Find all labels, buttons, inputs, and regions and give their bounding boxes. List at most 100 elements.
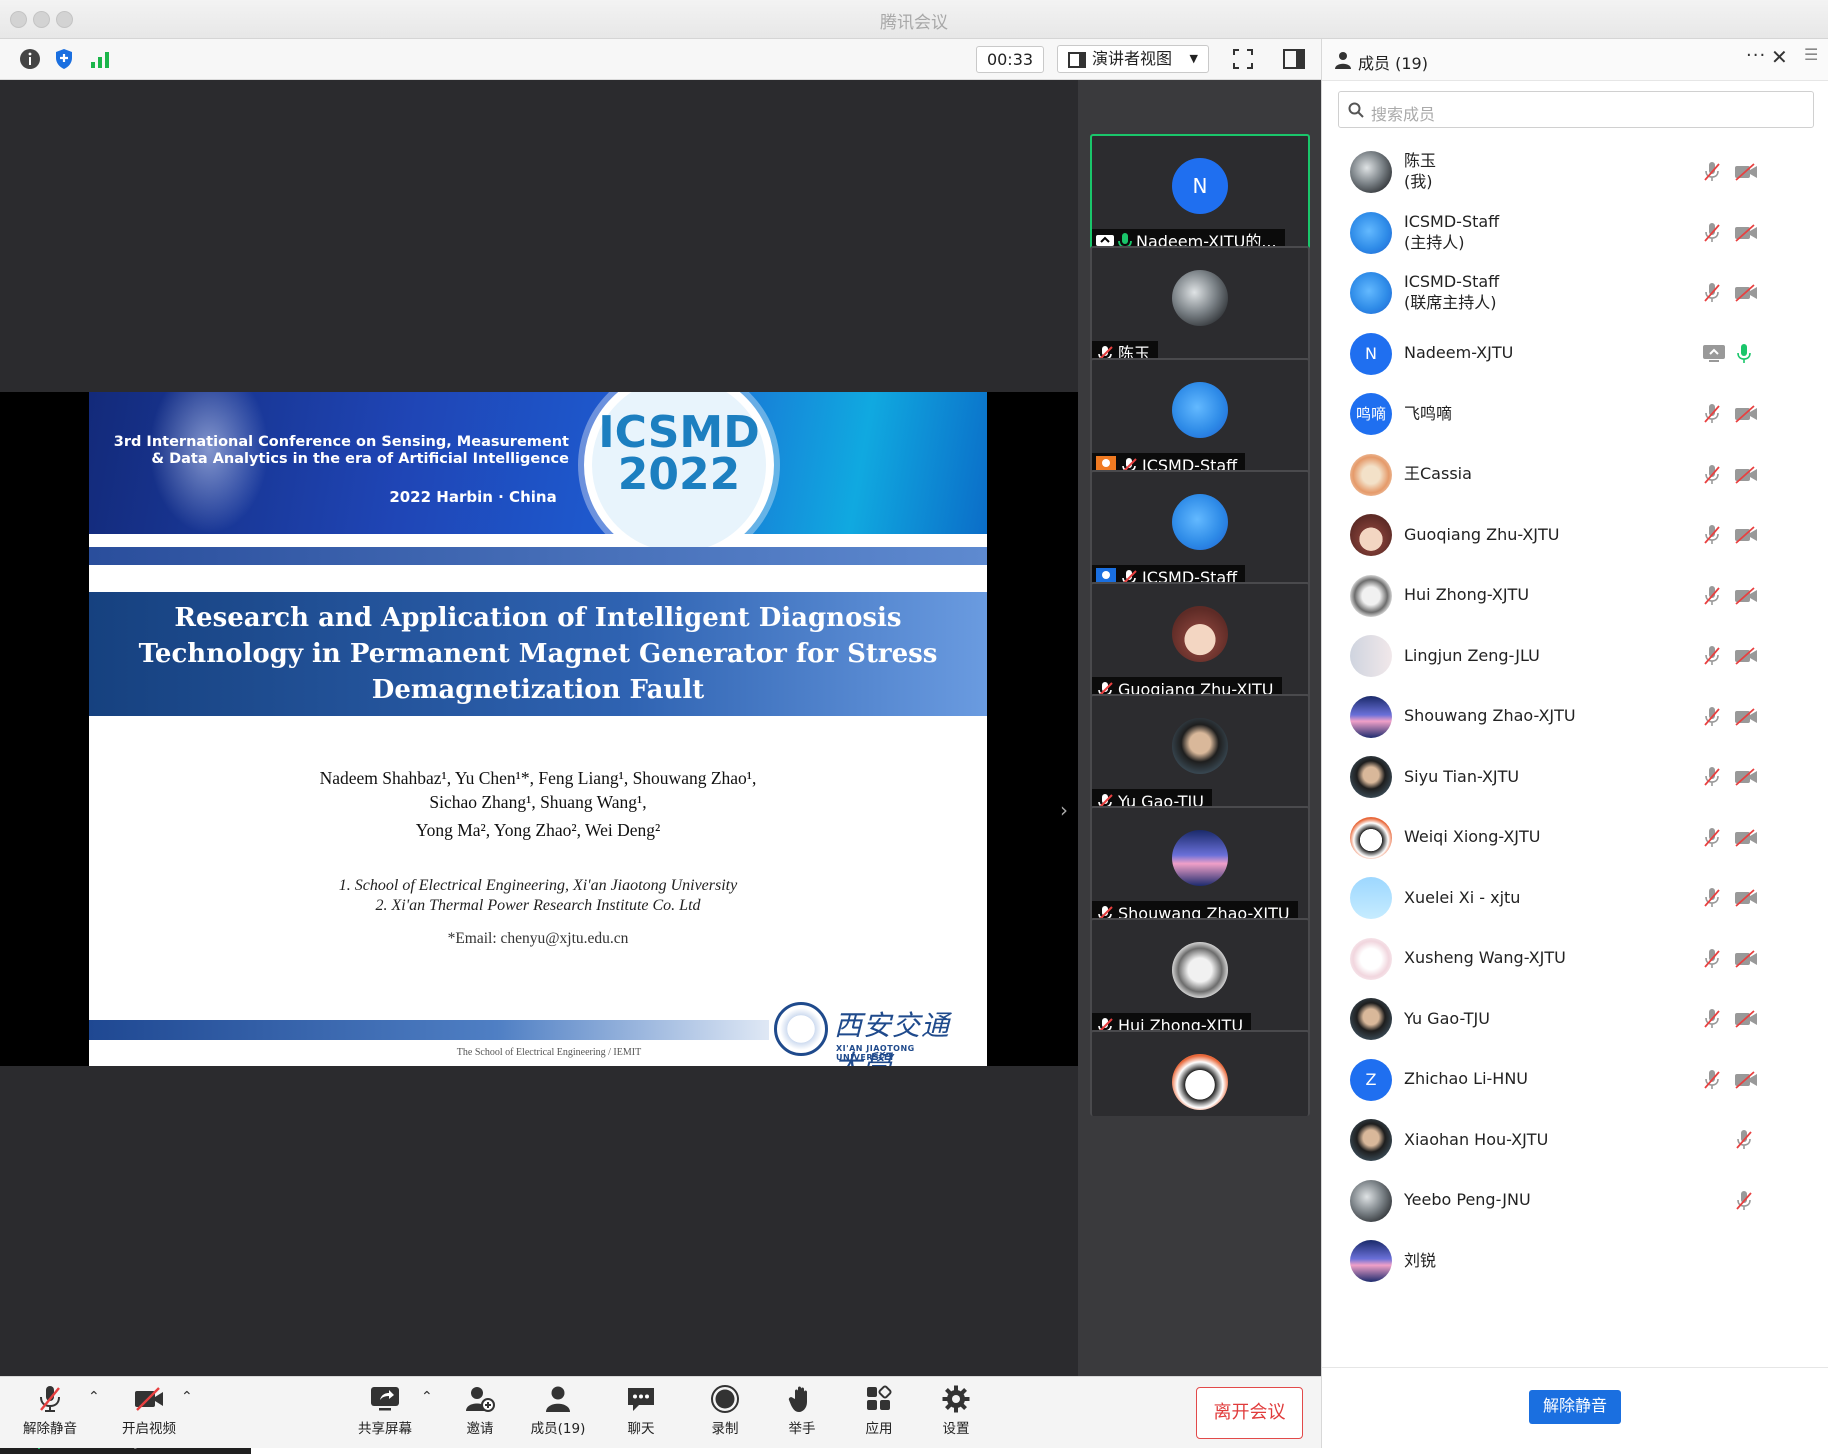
member-row[interactable]: ICSMD-Staff (联席主持人) bbox=[1322, 262, 1828, 323]
camera-off-icon[interactable] bbox=[1734, 888, 1758, 908]
mic-muted-icon[interactable] bbox=[1702, 1069, 1722, 1091]
member-row[interactable]: N Nadeem-XJTU bbox=[1322, 323, 1828, 384]
mic-muted-icon[interactable] bbox=[1702, 222, 1722, 244]
affiliation-2: 2. Xi'an Thermal Power Research Institut… bbox=[375, 897, 701, 914]
mic-muted-icon[interactable] bbox=[1702, 1008, 1722, 1030]
camera-off-icon[interactable] bbox=[1734, 223, 1758, 243]
mic-muted-icon[interactable] bbox=[1702, 887, 1722, 909]
info-icon[interactable] bbox=[18, 47, 42, 71]
unmute-button[interactable]: 解除静音 bbox=[15, 1385, 85, 1437]
member-row[interactable]: 王Cassia bbox=[1322, 444, 1828, 505]
member-name-block: Hui Zhong-XJTU bbox=[1404, 565, 1529, 625]
leave-meeting-button[interactable]: 离开会议 bbox=[1196, 1387, 1303, 1439]
conference-location: 2022 Harbin · China bbox=[389, 488, 557, 506]
mic-muted-icon[interactable] bbox=[1702, 585, 1722, 607]
slide-title: Research and Application of Intelligent … bbox=[138, 603, 938, 705]
member-row[interactable]: Xusheng Wang-XJTU bbox=[1322, 928, 1828, 989]
member-row[interactable]: 陈玉 (我) bbox=[1322, 141, 1828, 202]
member-row[interactable]: Lingjun Zeng-JLU bbox=[1322, 625, 1828, 686]
start-video-button[interactable]: 开启视频 bbox=[114, 1385, 184, 1437]
member-name: Xiaohan Hou-XJTU bbox=[1404, 1129, 1549, 1149]
camera-off-icon[interactable] bbox=[1734, 767, 1758, 787]
member-row[interactable]: 鸣嘀 飞鸣嘀 bbox=[1322, 383, 1828, 444]
search-placeholder: 搜索成员 bbox=[1371, 105, 1436, 124]
mic-muted-icon[interactable] bbox=[1734, 1129, 1754, 1151]
network-signal-icon[interactable] bbox=[88, 47, 112, 71]
mic-muted-icon[interactable] bbox=[1702, 766, 1722, 788]
mic-muted-icon[interactable] bbox=[1702, 464, 1722, 486]
member-row[interactable]: Weiqi Xiong-XJTU bbox=[1322, 807, 1828, 868]
member-name: Shouwang Zhao-XJTU bbox=[1404, 706, 1576, 725]
chevron-up-icon[interactable]: ⌃ bbox=[181, 1389, 193, 1405]
chat-button[interactable]: 聊天 bbox=[606, 1385, 676, 1437]
member-row[interactable]: Hui Zhong-XJTU bbox=[1322, 565, 1828, 626]
member-row[interactable]: Guoqiang Zhu-XJTU bbox=[1322, 504, 1828, 565]
close-icon[interactable]: ✕ bbox=[1771, 45, 1788, 69]
menu-icon[interactable]: ☰ bbox=[1804, 45, 1818, 64]
member-row[interactable]: Shouwang Zhao-XJTU bbox=[1322, 686, 1828, 747]
avatar bbox=[1172, 606, 1228, 662]
camera-off-icon[interactable] bbox=[1734, 465, 1758, 485]
member-row[interactable]: 刘锐 bbox=[1322, 1230, 1828, 1291]
mic-muted-icon[interactable] bbox=[1702, 948, 1722, 970]
mic-muted-icon[interactable] bbox=[1702, 645, 1722, 667]
view-mode-dropdown[interactable]: 演讲者视图 ▼ bbox=[1057, 45, 1209, 73]
member-row[interactable]: ICSMD-Staff (主持人) bbox=[1322, 202, 1828, 263]
mic-muted-icon[interactable] bbox=[1702, 524, 1722, 546]
mic-muted-icon[interactable] bbox=[1702, 282, 1722, 304]
record-button[interactable]: 录制 bbox=[690, 1385, 760, 1437]
video-tile[interactable] bbox=[1090, 1030, 1310, 1116]
mic-muted-icon[interactable] bbox=[1702, 827, 1722, 849]
member-row[interactable]: Siyu Tian-XJTU bbox=[1322, 746, 1828, 807]
members-button[interactable]: 成员(19) bbox=[523, 1385, 593, 1437]
video-tile[interactable]: 陈玉 bbox=[1090, 246, 1310, 368]
view-mode-label: 演讲者视图 bbox=[1092, 49, 1173, 68]
member-row[interactable]: Xuelei Xi - xjtu bbox=[1322, 867, 1828, 928]
member-row[interactable]: Yu Gao-TJU bbox=[1322, 988, 1828, 1049]
mic-muted-icon[interactable] bbox=[1702, 706, 1722, 728]
unmute-all-button[interactable]: 解除静音 bbox=[1529, 1390, 1621, 1424]
member-row[interactable]: Z Zhichao Li-HNU bbox=[1322, 1049, 1828, 1110]
slide-stripe bbox=[89, 547, 987, 565]
camera-off-icon[interactable] bbox=[1734, 1009, 1758, 1029]
fullscreen-icon[interactable] bbox=[1231, 47, 1255, 71]
video-tile[interactable]: Shouwang Zhao-XJTU bbox=[1090, 806, 1310, 928]
raise-hand-button[interactable]: 举手 bbox=[767, 1385, 837, 1437]
camera-off-icon[interactable] bbox=[1734, 949, 1758, 969]
share-screen-button[interactable]: 共享屏幕 bbox=[350, 1385, 420, 1437]
video-tile[interactable]: N Nadeem-XJTU的... bbox=[1090, 134, 1310, 256]
authors-line-1: Nadeem Shahbaz¹, Yu Chen¹*, Feng Liang¹,… bbox=[319, 768, 757, 788]
camera-off-icon[interactable] bbox=[1734, 1070, 1758, 1090]
security-shield-icon[interactable] bbox=[52, 47, 76, 71]
camera-off-icon[interactable] bbox=[1734, 162, 1758, 182]
camera-off-icon[interactable] bbox=[1734, 646, 1758, 666]
settings-button[interactable]: 设置 bbox=[921, 1385, 991, 1437]
mic-on-icon[interactable] bbox=[1734, 343, 1754, 365]
camera-off-icon[interactable] bbox=[1734, 707, 1758, 727]
video-tile[interactable]: ICSMD-Staff bbox=[1090, 358, 1310, 480]
mic-muted-icon[interactable] bbox=[1734, 1190, 1754, 1212]
mic-muted-icon[interactable] bbox=[1702, 403, 1722, 425]
record-icon bbox=[711, 1385, 739, 1413]
camera-off-icon[interactable] bbox=[1734, 283, 1758, 303]
member-row[interactable]: Xiaohan Hou-XJTU bbox=[1322, 1109, 1828, 1170]
video-tile[interactable]: Guoqiang Zhu-XJTU bbox=[1090, 582, 1310, 704]
camera-off-icon[interactable] bbox=[1734, 586, 1758, 606]
member-search-input[interactable]: 搜索成员 bbox=[1338, 91, 1814, 128]
video-tile[interactable]: ICSMD-Staff bbox=[1090, 470, 1310, 592]
camera-off-icon[interactable] bbox=[1734, 525, 1758, 545]
camera-off-icon[interactable] bbox=[1734, 404, 1758, 424]
invite-button[interactable]: 邀请 bbox=[445, 1385, 515, 1437]
chevron-up-icon[interactable]: ⌃ bbox=[88, 1389, 100, 1405]
camera-off-icon[interactable] bbox=[1734, 828, 1758, 848]
chevron-up-icon[interactable]: ⌃ bbox=[421, 1389, 433, 1405]
search-icon bbox=[1348, 102, 1364, 118]
member-row[interactable]: Yeebo Peng-JNU bbox=[1322, 1170, 1828, 1231]
apps-button[interactable]: 应用 bbox=[844, 1385, 914, 1437]
video-tile[interactable]: Yu Gao-TJU bbox=[1090, 694, 1310, 816]
video-tile[interactable]: Hui Zhong-XJTU bbox=[1090, 918, 1310, 1040]
mic-muted-icon[interactable] bbox=[1702, 161, 1722, 183]
chevron-right-icon[interactable]: › bbox=[1060, 798, 1068, 822]
more-options-icon[interactable]: ··· bbox=[1746, 45, 1766, 66]
sidebar-toggle-icon[interactable] bbox=[1282, 47, 1306, 71]
